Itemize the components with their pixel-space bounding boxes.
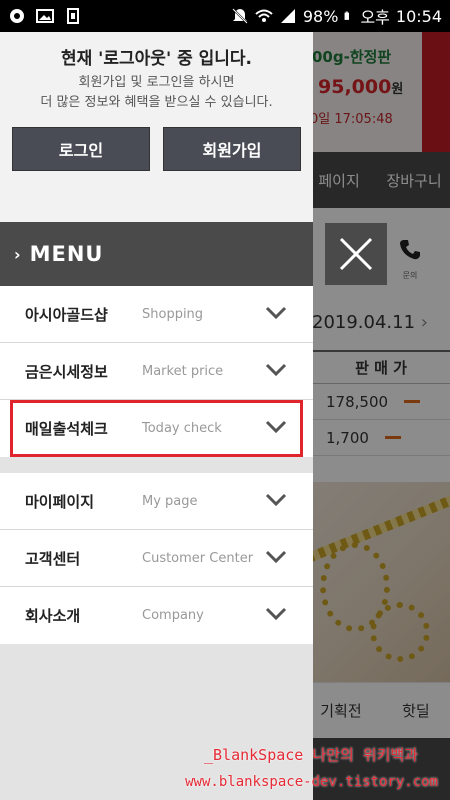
- signal-icon: [280, 9, 295, 23]
- battery-percent: 98%: [302, 6, 339, 26]
- menu-item-shopping[interactable]: 아시아골드샵 Shopping: [0, 286, 313, 343]
- chevron-down-icon: [265, 420, 287, 434]
- menu-item-sublabel: Customer Center: [142, 550, 254, 566]
- signup-button[interactable]: 회원가입: [163, 127, 301, 171]
- chevron-down-icon: [265, 493, 287, 507]
- chevron-down-icon: [265, 550, 287, 564]
- menu-group-shop: 아시아골드샵 Shopping 금은시세정보 Market price 매일출석…: [0, 286, 313, 457]
- close-icon: [339, 237, 373, 271]
- messenger-notification-icon: [10, 9, 24, 23]
- screenshot-notification-icon: [67, 8, 79, 24]
- menu-item-today-check[interactable]: 매일출석체크 Today check: [10, 400, 303, 457]
- menu-item-market-price[interactable]: 금은시세정보 Market price: [0, 343, 313, 400]
- watermark-title: _BlankSpace 나만의 위키백과: [203, 746, 418, 764]
- menu-item-label: 매일출석체크: [25, 420, 108, 438]
- status-time: 10:54: [395, 6, 442, 26]
- login-area: 현재 '로그아웃' 중 입니다. 회원가입 및 로그인을 하시면 더 많은 정보…: [0, 32, 313, 222]
- menu-item-label: 회사소개: [25, 607, 81, 625]
- status-left: [8, 8, 82, 24]
- menu-title: MENU: [29, 242, 104, 266]
- menu-item-label: 금은시세정보: [25, 362, 108, 381]
- menu-item-sublabel: Market price: [142, 363, 224, 379]
- menu-item-company[interactable]: 회사소개 Company: [0, 587, 313, 644]
- status-bar: 98% 오후 10:54: [0, 0, 450, 32]
- menu-item-label: 고객센터: [25, 549, 81, 568]
- watermark-url: www.blankspace-dev.tistory.com: [185, 774, 438, 790]
- status-ampm: 오후: [360, 8, 390, 27]
- menu-item-mypage[interactable]: 마이페이지 My page: [0, 473, 313, 530]
- chevron-down-icon: [265, 607, 287, 621]
- login-buttons: 로그인 회원가입: [0, 127, 313, 171]
- gallery-notification-icon: [36, 9, 54, 23]
- menu-header: › MENU: [0, 222, 313, 286]
- mute-icon: [232, 8, 248, 24]
- menu-item-label: 아시아골드샵: [25, 305, 108, 324]
- wifi-icon: [255, 9, 273, 22]
- close-menu-button[interactable]: [325, 223, 387, 285]
- chevron-down-icon: [265, 306, 287, 320]
- menu-group-account: 마이페이지 My page 고객센터 Customer Center 회사소개 …: [0, 473, 313, 644]
- login-info: 회원가입 및 로그인을 하시면 더 많은 정보와 혜택을 받으실 수 있습니다.: [40, 75, 273, 110]
- login-button[interactable]: 로그인: [12, 127, 150, 171]
- menu-item-sublabel: Today check: [142, 421, 222, 436]
- menu-item-sublabel: My page: [142, 493, 198, 509]
- menu-item-label: 마이페이지: [25, 492, 95, 511]
- chevron-down-icon: [265, 363, 287, 377]
- status-right: 98% 오후 10:54: [231, 4, 442, 28]
- menu-item-customer-center[interactable]: 고객센터 Customer Center: [0, 530, 313, 587]
- menu-item-sublabel: Company: [142, 608, 204, 623]
- login-status-title: 현재 '로그아웃' 중 입니다.: [60, 49, 253, 69]
- side-drawer: 현재 '로그아웃' 중 입니다. 회원가입 및 로그인을 하시면 더 많은 정보…: [0, 32, 313, 800]
- menu-item-sublabel: Shopping: [142, 306, 204, 322]
- battery-icon: [344, 11, 350, 20]
- menu-chevron-icon: ›: [14, 244, 22, 264]
